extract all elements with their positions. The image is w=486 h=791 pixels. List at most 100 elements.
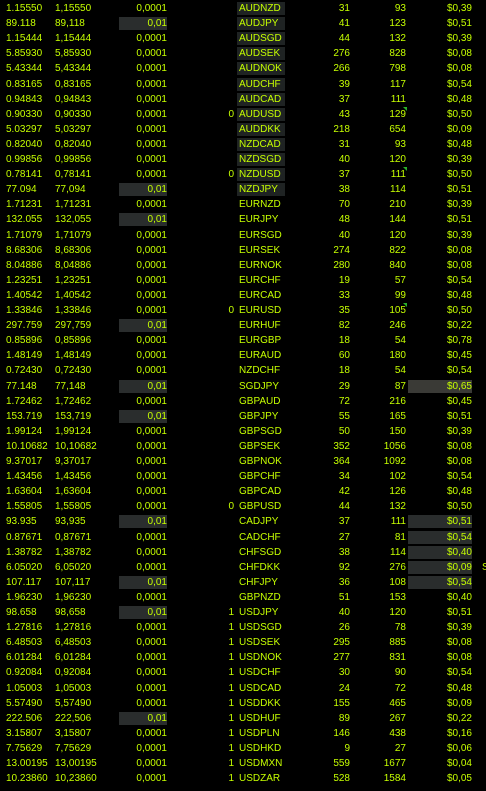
spread-points-cell: 18	[338, 335, 350, 347]
spread-total-cell: 654	[389, 123, 406, 135]
spread-total-cell: 114	[390, 546, 406, 558]
pip-size-cell: 0,0001	[136, 365, 167, 377]
symbol-cell: EURUSD	[239, 305, 282, 316]
ask-cell: 1,63604	[55, 486, 92, 498]
table-row[interactable]: 0.87671 0,87671 0,0001 CADCHF 27 81 $0,54	[0, 529, 486, 545]
symbol-cell: NZDSGD	[237, 153, 285, 166]
pip-size-cell: 0,0001	[136, 667, 167, 679]
ask-cell: 1,38782	[55, 546, 92, 558]
table-row[interactable]: 1.33846 1,33846 0,0001 0 EURUSD 35 105 $0,50	[0, 302, 486, 318]
table-row[interactable]: 5.85930 5,85930 0,0001 AUDSEK 276 828 $0,08	[0, 45, 486, 61]
bid-cell: 297.759	[6, 320, 43, 332]
table-row[interactable]: 77.148 77,148 0,01 SGDJPY 29 87 $0,65	[0, 378, 486, 394]
ask-cell: 0,92084	[55, 667, 92, 679]
table-row[interactable]: 3.15807 3,15807 0,0001 1 USDPLN 146 438 $0,16	[0, 725, 486, 741]
symbol-cell: CHFJPY	[239, 576, 278, 588]
table-row[interactable]: 1.71079 1,71079 0,0001 EURSGD 40 120 $0,39	[0, 227, 486, 243]
table-row[interactable]: 297.759 297,759 0,01 EURHUF 82 246 $0,22	[0, 317, 486, 333]
table-row[interactable]: 153.719 153,719 0,01 GBPJPY 55 165 $0,51	[0, 408, 486, 424]
table-row[interactable]: 1.40542 1,40542 0,0001 EURCAD 33 99 $0,48	[0, 287, 486, 303]
table-row[interactable]: 98.658 98,658 0,01 1 USDJPY 40 120 $0,51	[0, 604, 486, 620]
flag-cell	[168, 546, 234, 559]
pip-size-cell: 0,0001	[136, 229, 167, 241]
ask-cell: 6,05020	[55, 561, 92, 573]
table-row[interactable]: 1.15444 1,15444 0,0001 AUDSGD 44 132 $0,39	[0, 30, 486, 46]
table-row[interactable]: 1.43456 1,43456 0,0001 GBPCHF 34 102 $0,54	[0, 468, 486, 484]
cost-cell: $0,08	[446, 637, 472, 649]
table-row[interactable]: 7.75629 7,75629 0,0001 1 USDHKD 9 27 $0,06	[0, 740, 486, 756]
table-row[interactable]: 0.83165 0,83165 0,0001 AUDCHF 39 117 $0,54	[0, 76, 486, 92]
table-row[interactable]: 1.27816 1,27816 0,0001 1 USDSGD 26 78 $0,39	[0, 619, 486, 635]
bid-cell: 1.33846	[6, 305, 43, 316]
table-row[interactable]: 0.94843 0,94843 0,0001 AUDCAD 37 111 $0,48	[0, 91, 486, 107]
bid-cell: 0.85896	[6, 335, 43, 347]
pip-size-cell: 0,0001	[136, 3, 167, 14]
table-row[interactable]: 1.96230 1,96230 0,0001 GBPNZD 51 153 $0,40	[0, 589, 486, 605]
table-row[interactable]: 8.04886 8,04886 0,0001 EURNOK 280 840 $0,08	[0, 257, 486, 273]
spread-total-cell: 276	[389, 561, 406, 573]
table-row[interactable]: 6.01284 6,01284 0,0001 1 USDNOK 277 831 $0,08	[0, 649, 486, 665]
ask-cell: 153,719	[55, 410, 92, 422]
table-row[interactable]: 6.05020 6,05020 0,0001 CHFDKK 92 276 $0,09 S	[0, 559, 486, 575]
flag-cell	[168, 32, 234, 45]
symbol-cell: EURGBP	[239, 335, 282, 347]
symbol-cell: AUDUSD	[237, 107, 285, 121]
flag-cell: 1	[228, 652, 234, 664]
table-row[interactable]: 0.82040 0,82040 0,0001 NZDCAD 31 93 $0,48	[0, 136, 486, 152]
table-row[interactable]: 1.72462 1,72462 0,0001 GBPAUD 72 216 $0,45	[0, 393, 486, 409]
spread-total-cell: 120	[389, 607, 406, 618]
table-row[interactable]: 1.63604 1,63604 0,0001 GBPCAD 42 126 $0,48	[0, 483, 486, 499]
spread-total-cell: 1056	[383, 440, 406, 452]
table-row[interactable]: 13.00195 13,00195 0,0001 1 USDMXN 559 1677 $0,0…	[0, 755, 486, 771]
table-row[interactable]: 0.99856 0,99856 0,0001 NZDSGD 40 120 $0,39	[0, 151, 486, 167]
table-row[interactable]: 5.43344 5,43344 0,0001 AUDNOK 266 798 $0,08	[0, 60, 486, 76]
cost-cell: $0,51	[446, 18, 472, 30]
cost-cell: $0,08	[446, 652, 472, 664]
table-row[interactable]: 0.85896 0,85896 0,0001 EURGBP 18 54 $0,78	[0, 332, 486, 348]
spread-points-cell: 40	[338, 154, 350, 165]
table-row[interactable]: 1.55805 1,55805 0,0001 0 GBPUSD 44 132 $0,50	[0, 498, 486, 514]
table-row[interactable]: 6.48503 6,48503 0,0001 1 USDSEK 295 885 $0,08	[0, 634, 486, 650]
table-row[interactable]: 89.118 89,118 0,01 AUDJPY 41 123 $0,51	[0, 15, 486, 31]
ask-cell: 0,85896	[55, 335, 92, 347]
spread-points-cell: 89	[338, 712, 350, 724]
symbol-cell: AUDJPY	[237, 17, 285, 31]
table-row[interactable]: 1.38782 1,38782 0,0001 CHFSGD 38 114 $0,40	[0, 544, 486, 560]
pip-size-cell: 0,0001	[136, 471, 167, 483]
table-row[interactable]: 93.935 93,935 0,01 CADJPY 37 111 $0,51	[0, 513, 486, 529]
table-row[interactable]: 1.23251 1,23251 0,0001 EURCHF 19 57 $0,54	[0, 272, 486, 288]
table-row[interactable]: 5.03297 5,03297 0,0001 AUDDKK 218 654 $0,09	[0, 121, 486, 137]
spread-total-cell: 111	[390, 169, 406, 181]
symbol-cell: CHFDKK	[239, 561, 281, 573]
spread-points-cell: 55	[338, 410, 350, 422]
table-row[interactable]: 1.05003 1,05003 0,0001 1 USDCAD 24 72 $0,48	[0, 680, 486, 696]
symbol-cell: EURSGD	[239, 229, 282, 241]
table-row[interactable]: 10.10682 10,10682 0,0001 GBPSEK 352 1056 $0,08	[0, 438, 486, 454]
table-row[interactable]: 10.23860 10,23860 0,0001 1 USDZAR 528 1584 $0,0…	[0, 770, 486, 786]
table-row[interactable]: 0.78141 0,78141 0,0001 0 NZDUSD 37 111 $0,50	[0, 166, 486, 182]
table-row[interactable]: 0.90330 0,90330 0,0001 0 AUDUSD 43 129 $0,50	[0, 106, 486, 122]
table-row[interactable]: 1.15550 1,15550 0,0001 AUDNZD 31 93 $0,39	[0, 0, 486, 16]
table-row[interactable]: 0.72430 0,72430 0,0001 NZDCHF 18 54 $0,54	[0, 362, 486, 378]
symbol-cell: AUDNOK	[237, 62, 285, 76]
table-row[interactable]: 1.99124 1,99124 0,0001 GBPSGD 50 150 $0,39	[0, 423, 486, 439]
table-row[interactable]: 77.094 77,094 0,01 NZDJPY 38 114 $0,51	[0, 181, 486, 197]
symbol-cell: GBPCHF	[239, 471, 281, 483]
flag-cell	[168, 364, 234, 377]
table-row[interactable]: 1.71231 1,71231 0,0001 EURNZD 70 210 $0,39	[0, 196, 486, 212]
flag-cell	[168, 531, 234, 544]
table-row[interactable]: 8.68306 8,68306 0,0001 EURSEK 274 822 $0,08	[0, 242, 486, 258]
ask-cell: 93,935	[55, 516, 86, 528]
cost-cell: $0,39	[446, 154, 472, 165]
table-row[interactable]: 1.48149 1,48149 0,0001 EURAUD 60 180 $0,45	[0, 347, 486, 363]
table-row[interactable]: 5.57490 5,57490 0,0001 1 USDDKK 155 465 $0,09	[0, 695, 486, 711]
table-row[interactable]: 107.117 107,117 0,01 CHFJPY 36 108 $0,54	[0, 574, 486, 590]
spread-points-cell: 38	[338, 184, 350, 196]
table-row[interactable]: 222.506 222,506 0,01 1 USDHUF 89 267 $0,22	[0, 710, 486, 726]
pip-size-cell: 0,0001	[136, 199, 167, 211]
table-row[interactable]: 9.37017 9,37017 0,0001 GBPNOK 364 1092 $0,08	[0, 453, 486, 469]
table-row[interactable]: 0.92084 0,92084 0,0001 1 USDCHF 30 90 $0,54	[0, 664, 486, 680]
spread-total-cell: 165	[389, 410, 406, 422]
cost-cell: $0,54	[446, 365, 472, 377]
table-row[interactable]: 132.055 132,055 0,01 EURJPY 48 144 $0,51	[0, 211, 486, 227]
